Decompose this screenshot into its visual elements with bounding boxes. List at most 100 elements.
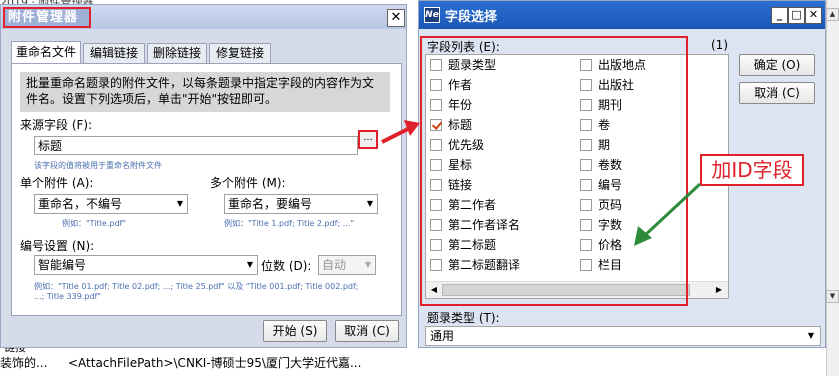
checkbox[interactable] xyxy=(430,199,442,211)
field-checkbox-item[interactable]: 星标 xyxy=(430,157,472,173)
digits-select[interactable]: 自动 ▼ xyxy=(318,255,376,275)
checkbox[interactable] xyxy=(580,239,592,251)
field-checkbox-item[interactable]: 年份 xyxy=(430,97,472,113)
field-select-titlebar: Ne 字段选择 _ □ ✕ xyxy=(419,1,825,29)
checkbox-label: 年份 xyxy=(448,98,473,112)
field-checkbox-item[interactable]: 编号 xyxy=(580,177,622,193)
checkbox-label: 出版社 xyxy=(598,78,635,92)
field-checkbox-item[interactable]: 题录类型 xyxy=(430,57,496,73)
checkbox[interactable] xyxy=(580,179,592,191)
field-checkbox-item[interactable]: 第二作者 xyxy=(430,197,496,213)
checkbox[interactable] xyxy=(430,259,442,271)
field-checkbox-item[interactable]: 卷 xyxy=(580,117,610,133)
field-checkbox-item[interactable]: 栏目 xyxy=(580,257,622,273)
start-button[interactable]: 开始 (S) xyxy=(263,320,327,342)
browse-field-button[interactable]: ... xyxy=(358,130,378,149)
close-icon[interactable]: ✕ xyxy=(805,7,822,24)
checkbox[interactable] xyxy=(580,159,592,171)
checkbox[interactable] xyxy=(580,59,592,71)
multi-attachment-label: 多个附件 (M): xyxy=(210,176,286,190)
tab-delete-links[interactable]: 删除链接 xyxy=(147,43,207,63)
checkbox[interactable] xyxy=(430,139,442,151)
field-checkbox-item[interactable]: 期 xyxy=(580,137,610,153)
checkbox-label: 题录类型 xyxy=(448,58,497,72)
field-checkbox-item[interactable]: 作者 xyxy=(430,77,472,93)
field-checkbox-item[interactable]: 第二标题翻译 xyxy=(430,257,520,273)
maximize-icon[interactable]: □ xyxy=(788,7,805,24)
checkbox[interactable] xyxy=(430,179,442,191)
scroll-left-icon[interactable]: ◀ xyxy=(427,283,441,297)
checkbox[interactable] xyxy=(580,139,592,151)
field-checkbox-item[interactable]: 标题 xyxy=(430,117,472,133)
checkbox-label: 标题 xyxy=(448,118,473,132)
checkbox-label: 页码 xyxy=(598,198,623,212)
tab-repair-links[interactable]: 修复链接 xyxy=(209,43,271,63)
field-checkbox-item[interactable]: 第二标题 xyxy=(430,237,496,253)
horizontal-scrollbar[interactable]: ◀ ▶ xyxy=(426,281,728,298)
ok-button[interactable]: 确定 (O) xyxy=(739,54,815,76)
checkbox[interactable] xyxy=(580,79,592,91)
checkbox[interactable] xyxy=(430,219,442,231)
attach-manager-title: 附件管理器 xyxy=(3,7,91,28)
field-checkbox-item[interactable]: 链接 xyxy=(430,177,472,193)
checkbox-label: 价格 xyxy=(598,238,623,252)
app-logo-icon: Ne xyxy=(424,7,440,23)
scroll-right-icon[interactable]: ▶ xyxy=(712,283,726,297)
minimize-icon[interactable]: _ xyxy=(771,7,788,24)
checkbox[interactable] xyxy=(430,159,442,171)
checkbox[interactable] xyxy=(580,199,592,211)
attach-manager-titlebar: 附件管理器 ✕ xyxy=(1,5,406,29)
red-arrow-icon xyxy=(381,120,420,144)
field-list-label: 字段列表 (E): xyxy=(427,40,500,54)
numbering-label: 编号设置 (N): xyxy=(20,239,95,253)
numbering-value: 智能编号 xyxy=(38,258,87,272)
checkbox[interactable] xyxy=(430,119,442,131)
checkbox[interactable] xyxy=(430,79,442,91)
source-field-input[interactable]: 标题 xyxy=(34,136,358,155)
background-path-text: <AttachFilePath>\CNKI-博硕士95\厦门大学近代嘉... xyxy=(68,356,362,370)
checkbox[interactable] xyxy=(430,59,442,71)
rename-panel: 批量重命名题录的附件文件，以每条题录中指定字段的内容作为文件名。设置下列选项后，… xyxy=(11,63,402,316)
ref-type-select[interactable]: 通用 ▼ xyxy=(425,326,821,346)
checkbox[interactable] xyxy=(580,119,592,131)
vertical-scrollbar[interactable] xyxy=(826,0,839,376)
field-checkbox-item[interactable]: 字数 xyxy=(580,217,622,233)
source-field-hint: 该字段的值将被用于重命名附件文件 xyxy=(34,161,162,170)
field-checkbox-item[interactable]: 出版社 xyxy=(580,77,634,93)
scroll-up-icon[interactable]: ▲ xyxy=(826,8,839,21)
field-checkbox-item[interactable]: 卷数 xyxy=(580,157,622,173)
chevron-down-icon: ▼ xyxy=(366,199,373,208)
ref-type-label: 题录类型 (T): xyxy=(427,311,500,325)
checkbox-label: 星标 xyxy=(448,158,473,172)
field-checkbox-item[interactable]: 第二作者译名 xyxy=(430,217,520,233)
checkbox-label: 第二作者 xyxy=(448,198,497,212)
digits-value: 自动 xyxy=(322,258,347,272)
scroll-down-icon[interactable]: ▼ xyxy=(826,290,839,303)
checkbox-label: 编号 xyxy=(598,178,623,192)
checkbox-label: 作者 xyxy=(448,78,473,92)
numbering-select[interactable]: 智能编号 ▼ xyxy=(34,255,258,275)
field-list[interactable]: 题录类型作者年份标题优先级星标链接第二作者第二作者译名 第二标题第二标题翻译 出版… xyxy=(425,54,729,299)
checkbox[interactable] xyxy=(430,239,442,251)
field-checkbox-item[interactable]: 价格 xyxy=(580,237,622,253)
checkbox[interactable] xyxy=(580,99,592,111)
field-select-title: 字段选择 xyxy=(445,10,498,25)
cancel-button[interactable]: 取消 (C) xyxy=(335,320,399,342)
single-attachment-hint: 例如："Title.pdf" xyxy=(62,219,127,228)
checkbox[interactable] xyxy=(580,219,592,231)
multi-attachment-select[interactable]: 重命名，要编号 ▼ xyxy=(224,194,378,214)
scrollbar-thumb[interactable] xyxy=(442,284,690,296)
field-checkbox-item[interactable]: 优先级 xyxy=(430,137,484,153)
field-checkbox-item[interactable]: 期刊 xyxy=(580,97,622,113)
field-checkbox-item[interactable]: 出版地点 xyxy=(580,57,646,73)
tab-edit-links[interactable]: 编辑链接 xyxy=(83,43,145,63)
cancel-button[interactable]: 取消 (C) xyxy=(739,82,815,104)
checkbox[interactable] xyxy=(430,99,442,111)
checkbox[interactable] xyxy=(580,259,592,271)
chevron-down-icon: ▼ xyxy=(246,260,253,269)
single-attachment-select[interactable]: 重命名，不编号 ▼ xyxy=(34,194,188,214)
field-checkbox-item[interactable]: 页码 xyxy=(580,197,622,213)
attach-manager-dialog: 附件管理器 ✕ 重命名文件 编辑链接 删除链接 修复链接 批量重命名题录的附件文… xyxy=(0,4,407,348)
close-icon[interactable]: ✕ xyxy=(387,9,405,27)
tab-rename-files[interactable]: 重命名文件 xyxy=(11,41,81,63)
